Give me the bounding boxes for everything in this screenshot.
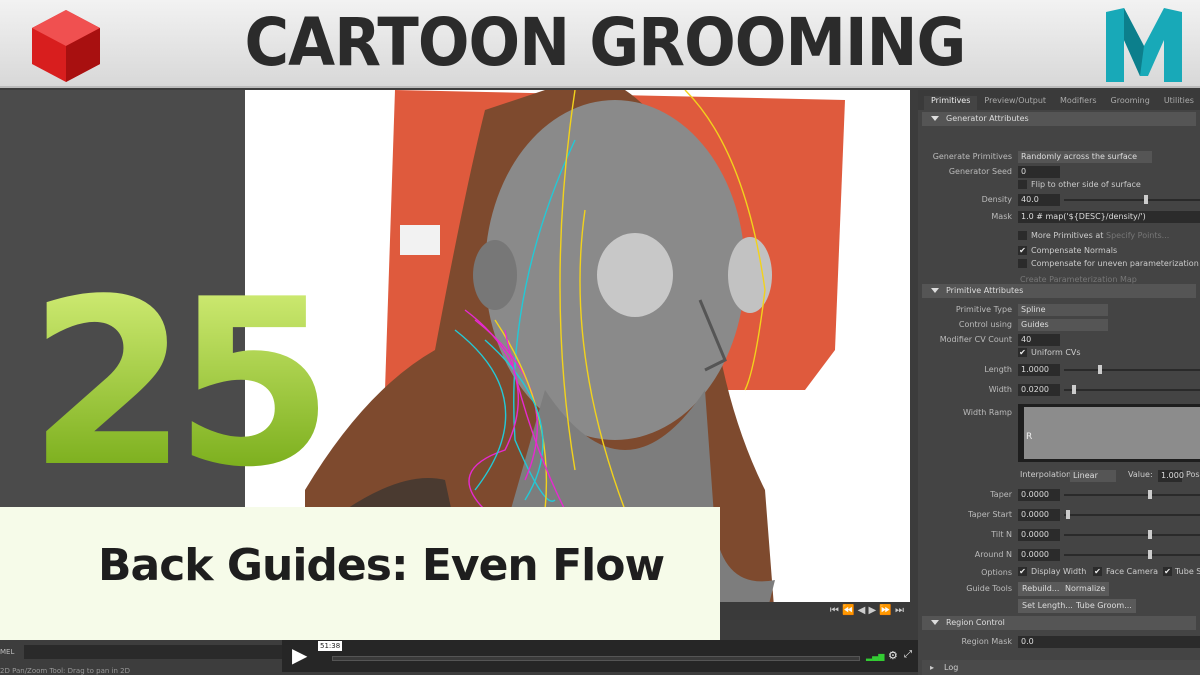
label: Mask <box>991 212 1012 221</box>
tab-primitives[interactable]: Primitives <box>924 96 978 110</box>
label: Width Ramp <box>963 408 1012 417</box>
control-using-dropdown[interactable]: Guides <box>1018 319 1108 331</box>
expand-arrow-icon: ▸ <box>930 663 935 672</box>
tilt-n-slider[interactable] <box>1064 530 1200 539</box>
uniform-cvs-checkbox[interactable]: ✔ <box>1018 348 1027 357</box>
tilt-n-field[interactable]: 0.0000 <box>1018 529 1060 541</box>
label: Density <box>981 195 1012 204</box>
face-camera-checkbox[interactable]: ✔ <box>1093 567 1102 576</box>
bottom-bar: MEL 2D Pan/Zoom Tool: Drag to pan in 2D … <box>0 640 918 675</box>
redshift-logo <box>32 10 100 82</box>
log-section[interactable]: ▸ Log <box>922 660 1200 675</box>
label: Uniform CVs <box>1031 348 1081 357</box>
tab-preview-output[interactable]: Preview/Output <box>977 96 1053 110</box>
label: Compensate Normals <box>1031 246 1118 255</box>
label: Generate Primitives <box>932 152 1012 161</box>
length-slider[interactable] <box>1064 365 1200 374</box>
label: Display Width <box>1031 567 1087 576</box>
label: Tube Sh <box>1175 567 1200 576</box>
episode-caption: Back Guides: Even Flow <box>98 540 665 591</box>
tab-modifiers[interactable]: Modifiers <box>1053 96 1104 110</box>
compensate-normals-checkbox[interactable]: ✔ <box>1018 246 1027 255</box>
around-n-slider[interactable] <box>1064 550 1200 559</box>
label: Face Camera <box>1106 567 1159 576</box>
flip-checkbox[interactable] <box>1018 180 1027 189</box>
label: Tilt N <box>991 530 1012 539</box>
log-label: Log <box>944 663 959 672</box>
label: Options <box>981 568 1012 577</box>
label: Positi <box>1186 470 1200 479</box>
ramp-value-field[interactable]: 1.000 <box>1158 470 1184 482</box>
playback-controls[interactable]: ⏮ ⏪ ◀ ▶ ⏩ ⏭ <box>710 602 910 620</box>
length-field[interactable]: 1.0000 <box>1018 364 1060 376</box>
title-banner: CARTOON GROOMING #2 <box>0 0 1200 158</box>
label: Width <box>988 385 1012 394</box>
cv-count-field[interactable]: 40 <box>1018 334 1060 346</box>
set-length-button[interactable]: Set Length... <box>1018 599 1077 613</box>
specify-points-button[interactable]: Specify Points... <box>1106 231 1169 241</box>
compensate-uneven-checkbox[interactable] <box>1018 259 1027 268</box>
tube-groom-button[interactable]: Tube Groom... <box>1072 599 1136 613</box>
label: Control using <box>958 320 1012 329</box>
label: Generator Seed <box>948 167 1012 176</box>
status-line: 2D Pan/Zoom Tool: Drag to pan in 2D <box>0 667 130 675</box>
taper-slider[interactable] <box>1064 490 1200 499</box>
width-field[interactable]: 0.0200 <box>1018 384 1060 396</box>
gear-icon[interactable]: ⚙ <box>888 649 898 662</box>
label: Length <box>984 365 1012 374</box>
display-width-checkbox[interactable]: ✔ <box>1018 567 1027 576</box>
episode-number: 25 <box>28 251 334 518</box>
generator-seed-field[interactable]: 0 <box>1018 166 1060 178</box>
more-primitives-checkbox[interactable] <box>1018 231 1027 240</box>
label: More Primitives at <box>1031 231 1104 240</box>
width-slider[interactable] <box>1064 385 1200 394</box>
width-ramp-editor[interactable]: R <box>1018 404 1200 462</box>
seek-bar[interactable] <box>332 656 860 661</box>
label: Modifier CV Count <box>939 335 1012 344</box>
label: Primitive Type <box>955 305 1012 314</box>
mel-command-input[interactable] <box>24 645 284 659</box>
generator-attributes-header[interactable]: Generator Attributes <box>922 112 1196 126</box>
primitive-type-dropdown[interactable]: Spline <box>1018 304 1108 316</box>
label: Flip to other side of surface <box>1031 180 1141 189</box>
rebuild-button[interactable]: Rebuild... <box>1018 582 1064 596</box>
taper-start-field[interactable]: 0.0000 <box>1018 509 1060 521</box>
label: Value: <box>1128 470 1153 479</box>
density-field[interactable]: 40.0 <box>1018 194 1060 206</box>
time-tooltip: 51:38 <box>318 641 343 651</box>
label: Taper <box>990 490 1012 499</box>
density-slider[interactable] <box>1064 195 1200 204</box>
panel-tabs: Primitives Preview/Output Modifiers Groo… <box>918 90 1200 110</box>
mask-field[interactable]: 1.0 # map('${DESC}/density/') <box>1018 211 1200 223</box>
region-control-header[interactable]: Region Control <box>922 616 1196 630</box>
label: Region Mask <box>961 637 1012 646</box>
play-icon[interactable]: ▶ <box>292 643 307 667</box>
label: Around N <box>974 550 1012 559</box>
label: Taper Start <box>968 510 1012 519</box>
tube-shade-checkbox[interactable]: ✔ <box>1163 567 1172 576</box>
xgen-attribute-panel: Primitives Preview/Output Modifiers Groo… <box>918 90 1200 675</box>
taper-field[interactable]: 0.0000 <box>1018 489 1060 501</box>
around-n-field[interactable]: 0.0000 <box>1018 549 1060 561</box>
ramp-r-label: R <box>1024 407 1200 459</box>
taper-start-slider[interactable] <box>1064 510 1200 519</box>
generate-primitives-dropdown[interactable]: Randomly across the surface <box>1018 151 1152 163</box>
region-mask-field[interactable]: 0.0 <box>1018 636 1200 648</box>
tab-utilities[interactable]: Utilities <box>1157 96 1200 110</box>
tab-grooming[interactable]: Grooming <box>1104 96 1157 110</box>
label: Guide Tools <box>966 584 1012 593</box>
video-player-bar: ▶ 51:38 ▂▄▆ ⚙ ⤢ <box>282 640 918 672</box>
maya-logo <box>1106 8 1182 82</box>
fullscreen-icon[interactable]: ⤢ <box>904 649 912 660</box>
normalize-button[interactable]: Normalize <box>1061 582 1110 596</box>
signal-icon: ▂▄▆ <box>866 652 885 661</box>
label: Interpolation: <box>1020 470 1074 479</box>
mel-label: MEL <box>0 648 15 656</box>
interpolation-dropdown[interactable]: Linear <box>1070 470 1116 482</box>
primitive-attributes-header[interactable]: Primitive Attributes <box>922 284 1196 298</box>
label: Compensate for uneven parameterization <box>1031 259 1199 268</box>
